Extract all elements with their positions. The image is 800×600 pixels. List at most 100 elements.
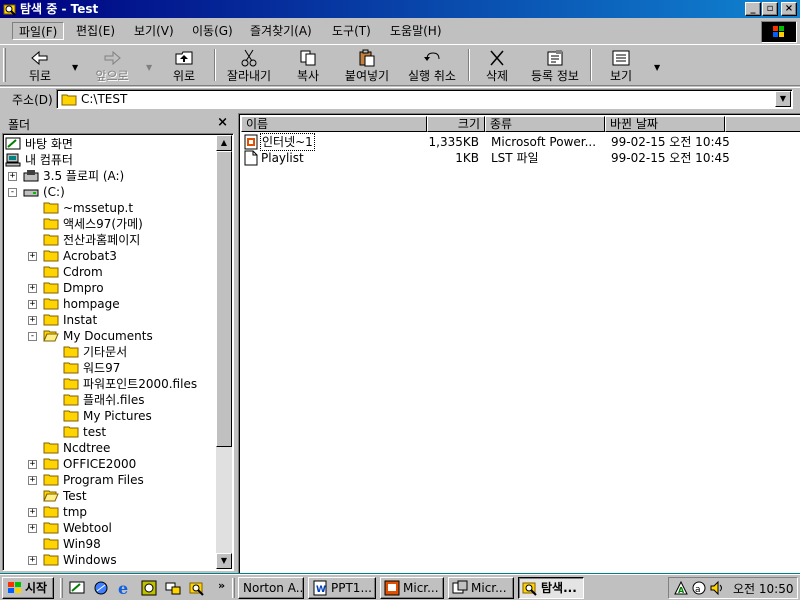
expand-icon[interactable]: + <box>28 316 37 325</box>
expand-icon[interactable]: + <box>28 252 37 261</box>
address-input[interactable]: C:\TEST ▼ <box>56 89 793 109</box>
toolbar-separator <box>590 49 592 81</box>
file-row[interactable]: 인터넷~1 1,335KB Microsoft Power... 99-02-15 오… <box>241 133 781 151</box>
show-desktop-icon[interactable] <box>68 579 86 597</box>
views-dropdown-icon[interactable]: ▼ <box>654 63 660 72</box>
folders-close-button[interactable]: × <box>217 115 228 130</box>
windows-logo-icon <box>761 21 797 43</box>
folder-icon <box>63 394 79 406</box>
task-norton[interactable]: Norton A... <box>238 577 304 599</box>
expand-icon[interactable]: + <box>28 284 37 293</box>
tree-item-label: Dmpro <box>63 281 104 295</box>
expand-icon[interactable]: + <box>28 300 37 309</box>
folder-icon <box>43 458 59 470</box>
address-dropdown-button[interactable]: ▼ <box>775 91 791 107</box>
standard-toolbar: 뒤로 ▼ 앞으로 ▼ 위로 잘라내기 복사 붙여넣기 실행 취소 삭제 등록 정… <box>0 44 800 86</box>
forward-dropdown-icon[interactable]: ▼ <box>146 63 152 72</box>
volume-icon[interactable] <box>709 580 725 596</box>
toolbar-grip[interactable] <box>3 48 6 82</box>
task-label: 탐색... <box>541 581 577 595</box>
column-name[interactable]: 이름 <box>241 116 427 132</box>
clock[interactable]: 오전 10:50 <box>733 580 793 597</box>
title-bar[interactable]: 탐색 중 - Test _ ▫ × <box>0 0 800 18</box>
expand-icon[interactable]: + <box>8 172 17 181</box>
menu-edit[interactable]: 편집(E) <box>70 22 121 40</box>
cut-button[interactable]: 잘라내기 <box>220 47 278 85</box>
task-microsoft-powerpoint[interactable]: Micr... <box>380 577 444 599</box>
up-button[interactable]: 위로 <box>158 47 210 85</box>
folder-tree[interactable]: ▲ ▼ 바탕 화면내 컴퓨터 - 3.5 플로피 (A:) + (C:) - ~mssetu… <box>2 133 234 571</box>
task-microsoft-app[interactable]: Micr... <box>448 577 514 599</box>
maximize-button[interactable]: ▫ <box>762 2 778 16</box>
channel-icon[interactable] <box>140 579 158 597</box>
expand-icon[interactable]: + <box>28 508 37 517</box>
svg-text:a: a <box>695 585 701 595</box>
file-list-pane[interactable]: 이름 크기 종류 바뀐 날짜 인터넷~1 1,335KB Microsoft Pow… <box>238 113 800 573</box>
tree-item-label: Instat <box>63 313 98 327</box>
file-row[interactable]: Playlist 1KB LST 파일 99-02-15 오전 10:45 <box>241 150 781 166</box>
folder-icon <box>43 250 59 262</box>
network-icon[interactable] <box>164 579 182 597</box>
forward-button[interactable]: 앞으로 <box>84 47 140 85</box>
language-icon[interactable]: a <box>691 580 707 596</box>
folders-pane: 폴더 × ▲ ▼ 바탕 화면내 컴퓨터 - 3.5 플로피 (A:) + (C:) - ~m… <box>2 113 234 573</box>
task-explorer[interactable]: 탐색... <box>518 577 584 599</box>
expand-icon[interactable]: + <box>28 556 37 565</box>
task-ppt1[interactable]: W PPT1... <box>308 577 376 599</box>
desktop-icon <box>5 137 21 150</box>
properties-button[interactable]: 등록 정보 <box>524 47 586 85</box>
back-dropdown-icon[interactable]: ▼ <box>72 63 78 72</box>
back-arrow-icon <box>31 50 48 66</box>
open-folder-icon <box>43 330 59 342</box>
copy-button[interactable]: 복사 <box>282 47 334 85</box>
explorer-quicklaunch-icon[interactable] <box>188 579 206 597</box>
folder-icon <box>43 538 59 550</box>
column-type[interactable]: 종류 <box>485 116 605 132</box>
start-button[interactable]: 시작 <box>2 577 54 599</box>
folder-tree-scrollbar[interactable]: ▲ ▼ <box>216 135 232 569</box>
delete-button[interactable]: 삭제 <box>474 47 520 85</box>
expand-icon[interactable]: + <box>28 460 37 469</box>
folder-icon <box>43 234 59 246</box>
tree-item-label: tmp <box>63 505 88 519</box>
quicklaunch-more-button[interactable]: » <box>218 579 225 592</box>
quicklaunch-grip[interactable] <box>60 578 63 598</box>
internet-explorer-icon[interactable]: e <box>116 579 134 597</box>
tree-item-label: Webtool <box>63 521 112 535</box>
scroll-thumb[interactable] <box>216 151 232 447</box>
views-button[interactable]: 보기 <box>598 47 644 85</box>
tree-item-label: hompage <box>63 297 120 311</box>
tree-item-label: Cdrom <box>63 265 103 279</box>
menu-help[interactable]: 도움말(H) <box>384 22 448 40</box>
minimize-button[interactable]: _ <box>745 2 761 16</box>
column-size[interactable]: 크기 <box>427 116 485 132</box>
close-button[interactable]: × <box>781 2 797 16</box>
collapse-icon[interactable]: - <box>28 332 37 341</box>
task-label: PPT1... <box>331 581 372 595</box>
menu-file[interactable]: 파일(F) <box>12 22 65 40</box>
column-modified[interactable]: 바뀐 날짜 <box>605 116 725 132</box>
ime-icon[interactable]: A <box>673 580 689 596</box>
collapse-icon[interactable]: - <box>8 188 17 197</box>
paste-button[interactable]: 붙여넣기 <box>338 47 396 85</box>
expand-icon[interactable]: + <box>28 476 37 485</box>
back-button[interactable]: 뒤로 <box>14 47 66 85</box>
expand-icon[interactable]: + <box>28 524 37 533</box>
scroll-up-button[interactable]: ▲ <box>216 135 232 151</box>
menu-go[interactable]: 이동(G) <box>186 22 239 40</box>
scroll-down-button[interactable]: ▼ <box>216 553 232 569</box>
undo-icon <box>424 52 440 61</box>
outlook-icon[interactable] <box>92 579 110 597</box>
undo-button[interactable]: 실행 취소 <box>400 47 464 85</box>
svg-text:W: W <box>316 585 326 595</box>
scissors-icon <box>241 49 257 67</box>
computer-icon <box>5 153 21 167</box>
window-title: 탐색 중 - Test <box>20 2 99 16</box>
taskbar-grip[interactable] <box>232 578 235 598</box>
menu-favorites[interactable]: 즐겨찾기(A) <box>244 22 318 40</box>
tree-item-label: OFFICE2000 <box>63 457 137 471</box>
svg-text:A: A <box>678 586 685 595</box>
menu-view[interactable]: 보기(V) <box>128 22 180 40</box>
menu-tools[interactable]: 도구(T) <box>326 22 377 40</box>
app-icon <box>452 580 468 594</box>
